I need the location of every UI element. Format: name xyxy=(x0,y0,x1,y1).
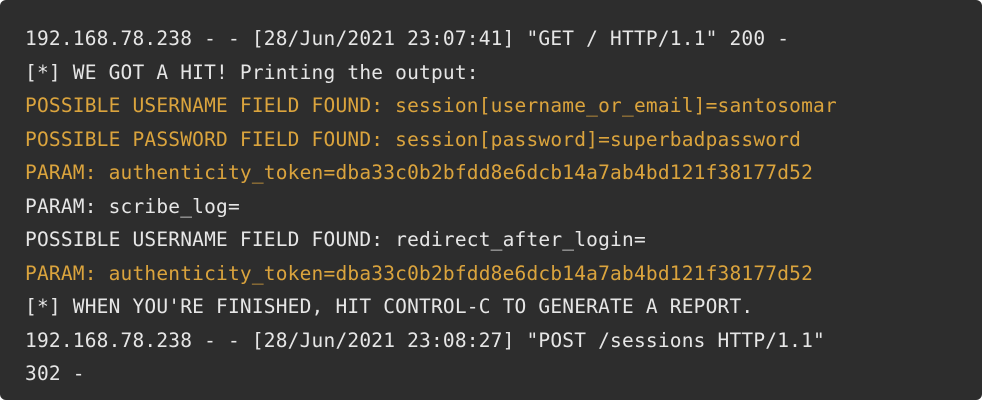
terminal-output: 192.168.78.238 - - [28/Jun/2021 23:07:41… xyxy=(0,0,982,400)
log-line-redirect-field: POSSIBLE USERNAME FIELD FOUND: redirect_… xyxy=(25,228,646,251)
log-line-password-found: POSSIBLE PASSWORD FIELD FOUND: session[p… xyxy=(25,127,802,151)
log-line-authenticity-token-2: PARAM: authenticity_token=dba33c0b2bfdd8… xyxy=(25,261,814,285)
log-line-request-post: 192.168.78.238 - - [28/Jun/2021 23:08:27… xyxy=(25,328,825,352)
log-line-hit-notice: [*] WE GOT A HIT! Printing the output: xyxy=(25,60,479,84)
log-line-request-get: 192.168.78.238 - - [28/Jun/2021 23:07:41… xyxy=(25,27,790,50)
log-line-authenticity-token: PARAM: authenticity_token=dba33c0b2bfdd8… xyxy=(25,161,814,184)
log-line-scribe-log: PARAM: scribe_log= xyxy=(25,194,240,218)
log-line-status-code: 302 - xyxy=(25,362,85,385)
log-line-finished-notice: [*] WHEN YOU'RE FINISHED, HIT CONTROL-C … xyxy=(25,295,754,318)
log-line-username-found: POSSIBLE USERNAME FIELD FOUND: session[u… xyxy=(25,94,837,117)
